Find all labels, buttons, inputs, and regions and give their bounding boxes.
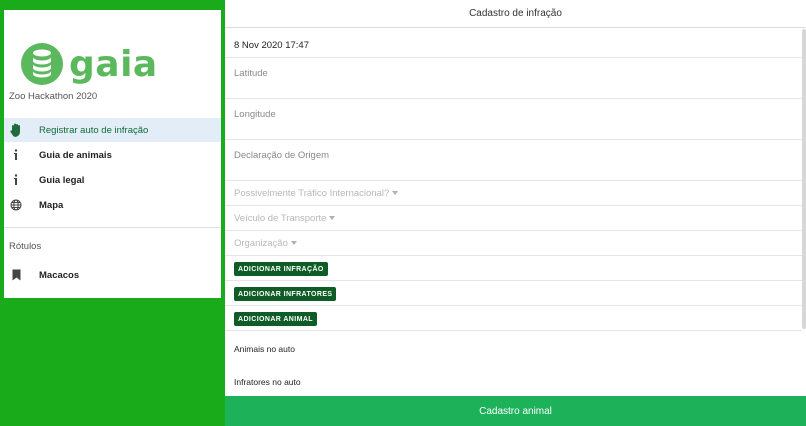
origin-declaration-placeholder: Declaração de Origem bbox=[234, 150, 330, 161]
longitude-field[interactable]: Longitude bbox=[225, 99, 802, 140]
brand-name: gaia bbox=[69, 44, 158, 85]
hand-icon bbox=[9, 123, 23, 137]
longitude-placeholder: Longitude bbox=[234, 109, 276, 120]
latitude-field[interactable]: Latitude bbox=[225, 58, 802, 99]
caret-down-icon bbox=[392, 191, 399, 196]
dropdown-label: Organização bbox=[234, 238, 288, 249]
app-bar: Cadastro de infração bbox=[225, 0, 806, 28]
dropdown-label: Possivelmente Tráfico Internacional? bbox=[234, 188, 390, 199]
transport-vehicle-dropdown[interactable]: Veículo de Transporte bbox=[225, 206, 802, 231]
datetime-value: 8 Nov 2020 17:47 bbox=[234, 40, 310, 51]
organization-dropdown[interactable]: Organização bbox=[225, 231, 802, 256]
animals-section: Animais no auto bbox=[225, 331, 802, 364]
add-offenders-row: ADICIONAR INFRATORES bbox=[225, 281, 802, 306]
label-item-macacos[interactable]: Macacos bbox=[4, 263, 221, 287]
main-panel: Cadastro de infração 8 Nov 2020 17:47 La… bbox=[225, 0, 806, 426]
caret-down-icon bbox=[329, 216, 336, 221]
datetime-field[interactable]: 8 Nov 2020 17:47 bbox=[225, 29, 802, 58]
nav-item-registrar-auto[interactable]: Registrar auto de infração bbox=[4, 118, 221, 142]
add-offenders-button[interactable]: ADICIONAR INFRATORES bbox=[234, 287, 337, 301]
app-subtitle: Zoo Hackathon 2020 bbox=[9, 91, 98, 102]
offenders-section-heading: Infratores no auto bbox=[234, 377, 301, 387]
nav-item-guia-animais[interactable]: Guia de animais bbox=[4, 143, 221, 167]
nav-label: Mapa bbox=[39, 199, 64, 211]
nav-label: Guia legal bbox=[39, 174, 85, 186]
navigation-drawer: gaia Zoo Hackathon 2020 Registrar auto d… bbox=[4, 10, 221, 298]
register-animal-label: Cadastro animal bbox=[479, 405, 552, 417]
info-icon bbox=[9, 148, 23, 162]
add-infraction-row: ADICIONAR INFRAÇÃO bbox=[225, 256, 802, 281]
info-icon bbox=[9, 173, 23, 187]
drawer-divider bbox=[4, 227, 221, 228]
animals-section-heading: Animais no auto bbox=[234, 344, 295, 354]
page-title: Cadastro de infração bbox=[469, 8, 562, 19]
nav-label: Guia de animais bbox=[39, 149, 112, 161]
register-animal-button[interactable]: Cadastro animal bbox=[225, 396, 806, 426]
international-trafficking-dropdown[interactable]: Possivelmente Tráfico Internacional? bbox=[225, 181, 802, 206]
bookmark-icon bbox=[9, 268, 23, 282]
nav-label: Registrar auto de infração bbox=[39, 124, 149, 136]
dropdown-label: Veículo de Transporte bbox=[234, 213, 327, 224]
caret-down-icon bbox=[290, 241, 297, 246]
add-animal-row: ADICIONAR ANIMAL bbox=[225, 306, 802, 331]
nav-item-mapa[interactable]: Mapa bbox=[4, 193, 221, 217]
label-item-text: Macacos bbox=[39, 269, 80, 281]
add-infraction-button[interactable]: ADICIONAR INFRAÇÃO bbox=[234, 262, 328, 276]
labels-heading: Rótulos bbox=[9, 241, 42, 252]
nav-item-guia-legal[interactable]: Guia legal bbox=[4, 168, 221, 192]
latitude-placeholder: Latitude bbox=[234, 68, 268, 79]
globe-icon bbox=[9, 198, 23, 212]
offenders-section: Infratores no auto bbox=[225, 364, 802, 396]
add-animal-button[interactable]: ADICIONAR ANIMAL bbox=[234, 312, 317, 326]
form-scroll-area[interactable]: 8 Nov 2020 17:47 Latitude Longitude Decl… bbox=[225, 29, 802, 396]
origin-declaration-field[interactable]: Declaração de Origem bbox=[225, 140, 802, 181]
scrollbar[interactable] bbox=[802, 29, 806, 329]
